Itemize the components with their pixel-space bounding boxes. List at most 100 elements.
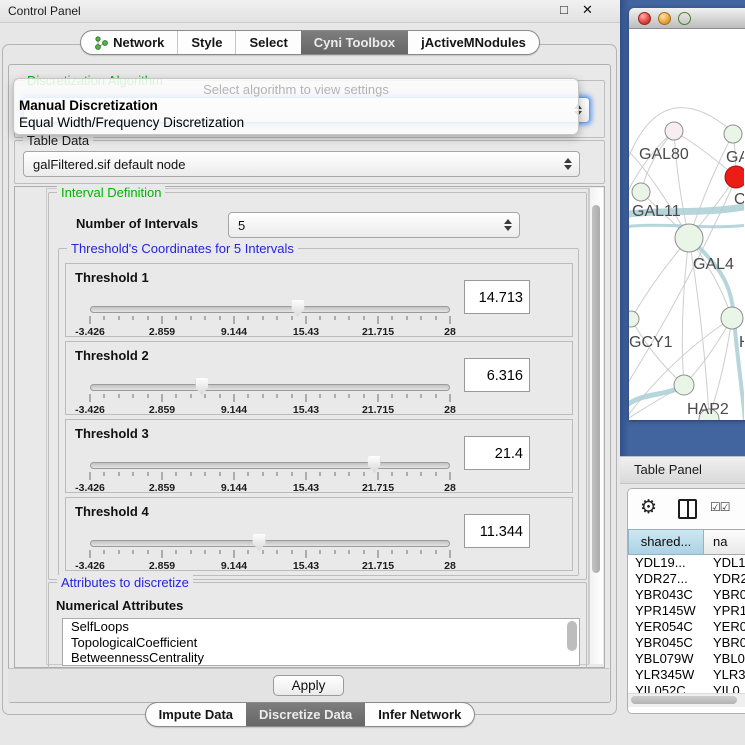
tick-mark bbox=[320, 550, 321, 554]
cell-shared-name[interactable]: YER054C bbox=[628, 619, 704, 635]
cell-shared-name[interactable]: YIL052C bbox=[628, 683, 704, 693]
table-data-combobox[interactable]: galFiltered.sif default node bbox=[23, 151, 580, 177]
cell-name[interactable]: YDR2 bbox=[704, 571, 745, 587]
threshold-value-field[interactable]: 6.316 bbox=[464, 358, 530, 392]
settings-scrollbar[interactable] bbox=[589, 188, 603, 664]
cell-name[interactable]: YER0 bbox=[704, 619, 745, 635]
slider-thumb-icon[interactable] bbox=[253, 534, 266, 551]
checkbox-icons[interactable]: ☑☑ bbox=[710, 500, 730, 514]
table-hscrollbar-thumb[interactable] bbox=[631, 696, 737, 704]
gear-icon[interactable]: ⚙ bbox=[640, 497, 657, 519]
table-row[interactable]: YBR045CYBR0 bbox=[628, 635, 745, 651]
attributes-list-scrollbar[interactable] bbox=[567, 621, 577, 651]
tick-mark bbox=[162, 316, 163, 324]
threshold-slider[interactable]: -3.4262.8599.14415.4321.71528 bbox=[90, 380, 450, 412]
network-node-c[interactable] bbox=[725, 166, 744, 188]
slider-track[interactable] bbox=[90, 384, 450, 391]
tab-network[interactable]: Network bbox=[81, 31, 177, 54]
tick-mark bbox=[219, 394, 220, 398]
tab-infer-network[interactable]: Infer Network bbox=[365, 703, 474, 726]
float-window-icon[interactable]: □ bbox=[560, 2, 568, 17]
network-node-gal4[interactable] bbox=[675, 224, 703, 252]
network-canvas[interactable]: GAL80GACGAL11GAL4GCY1HHAP2 bbox=[629, 29, 745, 420]
network-node-gal80[interactable] bbox=[665, 122, 683, 140]
cell-name[interactable]: YBR0 bbox=[704, 587, 745, 603]
cell-name[interactable]: YBL0 bbox=[704, 651, 745, 667]
tick-label: 28 bbox=[444, 326, 456, 338]
tick-label: 21.715 bbox=[362, 560, 394, 572]
tick-mark bbox=[435, 316, 436, 320]
table-row[interactable]: YBL079WYBL0 bbox=[628, 651, 745, 667]
apply-button[interactable]: Apply bbox=[273, 675, 345, 696]
table-header-row: shared... na bbox=[628, 529, 745, 555]
numerical-attributes-list[interactable]: SelfLoopsTopologicalCoefficientBetweenne… bbox=[62, 618, 580, 666]
cell-shared-name[interactable]: YBL079W bbox=[628, 651, 704, 667]
table-rows: YDL19...YDL1YDR27...YDR2YBR043CYBR0YPR14… bbox=[628, 555, 745, 693]
threshold-value-field[interactable]: 21.4 bbox=[464, 436, 530, 470]
attribute-item-selfloops[interactable]: SelfLoops bbox=[63, 619, 579, 635]
threshold-slider[interactable]: -3.4262.8599.14415.4321.71528 bbox=[90, 458, 450, 490]
threshold-value-field[interactable]: 11.344 bbox=[464, 514, 530, 548]
tick-mark bbox=[378, 394, 379, 402]
tab-jactivemnodules[interactable]: jActiveMNodules bbox=[408, 31, 539, 54]
network-node-label: HAP2 bbox=[687, 401, 729, 418]
cell-shared-name[interactable]: YLR345W bbox=[628, 667, 704, 683]
slider-thumb-icon[interactable] bbox=[195, 378, 208, 395]
network-node-ga[interactable] bbox=[724, 125, 742, 143]
table-row[interactable]: YER054CYER0 bbox=[628, 619, 745, 635]
cell-shared-name[interactable]: YBR045C bbox=[628, 635, 704, 651]
tab-cyni-toolbox[interactable]: Cyni Toolbox bbox=[301, 31, 408, 54]
cell-name[interactable]: YLR3 bbox=[704, 667, 745, 683]
tick-mark bbox=[277, 316, 278, 320]
column-header-name[interactable]: na bbox=[704, 529, 745, 555]
cell-shared-name[interactable]: YDL19... bbox=[628, 555, 704, 571]
slider-thumb-icon[interactable] bbox=[368, 456, 381, 473]
table-panel: ⚙ ☑☑ shared... na YDL19...YDL1YDR27...YD… bbox=[627, 488, 745, 714]
table-row[interactable]: YBR043CYBR0 bbox=[628, 587, 745, 603]
slider-thumb-icon[interactable] bbox=[291, 300, 304, 317]
network-node-gal11[interactable] bbox=[632, 183, 650, 201]
attribute-item-topologicalcoefficient[interactable]: TopologicalCoefficient bbox=[63, 635, 579, 651]
settings-scrollbar-thumb[interactable] bbox=[592, 205, 600, 573]
network-node-h[interactable] bbox=[721, 307, 743, 329]
tab-discretize-data[interactable]: Discretize Data bbox=[246, 703, 365, 726]
threshold-value-field[interactable]: 14.713 bbox=[464, 280, 530, 314]
slider-track[interactable] bbox=[90, 540, 450, 547]
network-node-label: C bbox=[734, 191, 744, 208]
slider-track[interactable] bbox=[90, 462, 450, 469]
cell-name[interactable]: YBR0 bbox=[704, 635, 745, 651]
threshold-slider[interactable]: -3.4262.8599.14415.4321.71528 bbox=[90, 302, 450, 334]
tab-style[interactable]: Style bbox=[177, 31, 235, 54]
table-row[interactable]: YLR345WYLR3 bbox=[628, 667, 745, 683]
slider-track[interactable] bbox=[90, 306, 450, 313]
cell-name[interactable]: YIL0 bbox=[704, 683, 745, 693]
cell-shared-name[interactable]: YPR145W bbox=[628, 603, 704, 619]
close-window-icon[interactable]: ✕ bbox=[582, 2, 593, 18]
network-node-hap2[interactable] bbox=[674, 375, 694, 395]
number-of-intervals-combobox[interactable]: 5 bbox=[228, 212, 520, 238]
table-row[interactable]: YDL19...YDL1 bbox=[628, 555, 745, 571]
tab-select[interactable]: Select bbox=[235, 31, 300, 54]
tick-mark bbox=[277, 472, 278, 476]
algorithm-option-equal-width-frequency-discretization[interactable]: Equal Width/Frequency Discretization bbox=[18, 114, 574, 131]
cell-shared-name[interactable]: YDR27... bbox=[628, 571, 704, 587]
table-row[interactable]: YDR27...YDR2 bbox=[628, 571, 745, 587]
table-hscrollbar[interactable] bbox=[628, 693, 745, 707]
table-row[interactable]: YIL052CYIL0 bbox=[628, 683, 745, 693]
mac-zoom-button[interactable] bbox=[678, 12, 691, 25]
network-node-gcy1[interactable] bbox=[629, 311, 639, 327]
algorithm-option-manual-discretization[interactable]: Manual Discretization bbox=[18, 97, 574, 114]
numerical-attributes-label: Numerical Attributes bbox=[56, 598, 183, 613]
cell-name[interactable]: YDL1 bbox=[704, 555, 745, 571]
columns-icon[interactable] bbox=[678, 499, 697, 519]
mac-minimize-button[interactable] bbox=[658, 12, 671, 25]
attribute-item-betweennesscentrality[interactable]: BetweennessCentrality bbox=[63, 650, 579, 666]
cell-name[interactable]: YPR1 bbox=[704, 603, 745, 619]
mac-close-button[interactable] bbox=[638, 12, 651, 25]
tab-impute-data[interactable]: Impute Data bbox=[146, 703, 246, 726]
tick-mark bbox=[147, 316, 148, 320]
cell-shared-name[interactable]: YBR043C bbox=[628, 587, 704, 603]
table-row[interactable]: YPR145WYPR1 bbox=[628, 603, 745, 619]
column-header-shared-name[interactable]: shared... bbox=[628, 529, 704, 555]
threshold-slider[interactable]: -3.4262.8599.14415.4321.71528 bbox=[90, 536, 450, 568]
